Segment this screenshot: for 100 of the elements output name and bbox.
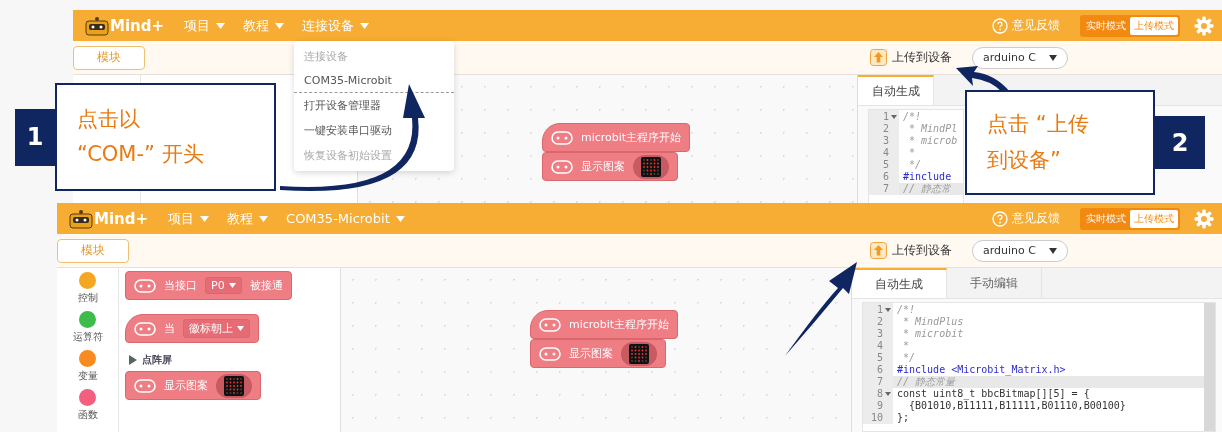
category-dot[interactable]	[79, 350, 96, 367]
robot-logo-icon	[85, 15, 109, 36]
caret-icon	[395, 215, 405, 222]
code-tab[interactable]: 自动生成	[852, 268, 947, 298]
code-line: * MindPlus	[902, 316, 965, 328]
menu-option[interactable]: 打开设备管理器	[294, 92, 455, 118]
code-line: const uint8_t bbcBitmap[][5] = {	[896, 388, 1091, 400]
code-block[interactable]: 显示图案	[530, 339, 666, 368]
block-label: 显示图案	[581, 159, 625, 174]
code-editor[interactable]: 1 2 3 4 5 6 7 8 9 10 /*! * MindPlus * microbit * */ #include <Microbit_Matrix.h> // 静态常量 const uint8_t bbcBitmap[][5] = { {B01010,B11111,B11111,B01110,B00100} };	[862, 302, 1216, 432]
menu-item[interactable]: 教程	[237, 16, 291, 35]
fold-icon[interactable]	[885, 392, 891, 396]
step-badge: 1	[15, 108, 55, 166]
caret-icon	[1049, 54, 1057, 61]
triangle-icon	[129, 355, 137, 365]
blocks-tab[interactable]: 模块	[57, 238, 129, 263]
line-number: 4	[875, 340, 883, 352]
line-number: 3	[881, 135, 889, 147]
board-select[interactable]: arduino C	[972, 46, 1068, 69]
menu-item[interactable]: 项目	[162, 209, 216, 228]
menu-option[interactable]: 一键安装串口驱动	[294, 117, 455, 143]
code-block[interactable]: 当 徽标朝上	[125, 314, 259, 343]
line-number: 4	[881, 147, 889, 159]
line-number: 2	[875, 316, 883, 328]
code-line: * microb	[908, 135, 959, 147]
code-tab[interactable]: 手动编辑	[947, 268, 1042, 298]
caret-icon	[259, 215, 269, 222]
menu-item[interactable]: 教程	[221, 209, 275, 228]
category-dot[interactable]	[79, 272, 96, 289]
scrollbar[interactable]	[1204, 303, 1215, 431]
settings-icon[interactable]	[1194, 208, 1214, 229]
block-dropdown[interactable]: 徽标朝上	[183, 319, 250, 338]
category-dot[interactable]	[79, 311, 96, 328]
code-line: /*!	[896, 304, 917, 316]
category-label[interactable]: 函数	[77, 408, 98, 422]
menu-item[interactable]: COM35-Microbit	[280, 211, 411, 226]
mode-toggle[interactable]: 实时模式	[1082, 16, 1130, 35]
category-label[interactable]: 控制	[77, 291, 98, 305]
line-number: 7	[881, 183, 889, 195]
category-label[interactable]: 运算符	[72, 330, 103, 344]
code-block[interactable]: 显示图案	[542, 152, 678, 181]
block-label: 显示图案	[164, 378, 208, 393]
code-block[interactable]: microbit主程序开始	[530, 310, 679, 339]
led-matrix-icon[interactable]	[224, 375, 244, 396]
robot-logo-icon	[69, 208, 93, 229]
logo-text: Mind+	[110, 16, 165, 35]
line-number: 1	[875, 304, 883, 316]
feedback-button[interactable]: 意见反馈	[986, 16, 1066, 35]
led-matrix-icon[interactable]	[641, 156, 661, 177]
category-dot[interactable]	[79, 389, 96, 406]
block-label: microbit主程序开始	[581, 130, 682, 145]
fold-icon[interactable]	[891, 115, 897, 119]
line-number: 5	[881, 159, 889, 171]
logo-text: Mind+	[94, 209, 149, 228]
code-line: };	[896, 412, 911, 424]
help-icon	[992, 210, 1008, 227]
line-number: 2	[881, 123, 889, 135]
line-number: 5	[875, 352, 883, 364]
upload-button[interactable]: 上传到设备	[864, 241, 958, 260]
microbit-icon	[134, 278, 156, 293]
code-tab[interactable]: 自动生成	[858, 75, 934, 105]
code-line: *	[908, 147, 917, 159]
upload-icon	[870, 49, 887, 66]
board-select[interactable]: arduino C	[972, 239, 1068, 262]
caret-icon	[216, 22, 226, 29]
feedback-button[interactable]: 意见反馈	[986, 209, 1066, 228]
line-number: 3	[875, 328, 883, 340]
help-icon	[992, 17, 1008, 34]
caret-icon	[275, 22, 285, 29]
menu-item[interactable]: 连接设备	[296, 16, 376, 35]
code-line: #include <Microbit_Matrix.h>	[896, 364, 1067, 376]
microbit-icon	[539, 346, 561, 361]
microbit-icon	[551, 130, 573, 145]
menu-item[interactable]: 项目	[178, 16, 232, 35]
mode-toggle[interactable]: 上传模式	[1130, 16, 1178, 35]
block-dropdown[interactable]: P0	[205, 277, 242, 294]
code-block[interactable]: 显示图案	[125, 371, 261, 400]
code-line: */	[908, 159, 923, 171]
line-number: 10	[869, 412, 883, 424]
line-number: 7	[875, 376, 883, 388]
led-matrix-icon[interactable]	[629, 343, 649, 364]
code-block[interactable]: microbit主程序开始	[542, 123, 691, 152]
step-badge: 2	[1155, 116, 1205, 169]
caret-icon	[1049, 247, 1057, 254]
code-line: {B01010,B11111,B11111,B01110,B00100}	[908, 400, 1127, 412]
code-editor[interactable]: 1 2 3 4 5 6 7 /*! * MindPl * microb * */ #include // 静态常	[868, 109, 964, 205]
block-label: 当	[164, 321, 175, 336]
code-block[interactable]: 当接口 P0 被接通	[125, 271, 292, 300]
callout-text: “COM-” 开头	[77, 141, 205, 168]
line-number: 8	[875, 388, 883, 400]
upload-button[interactable]: 上传到设备	[864, 48, 958, 67]
code-line: * microbit	[902, 328, 965, 340]
mode-toggle[interactable]: 实时模式	[1082, 209, 1130, 228]
blocks-tab[interactable]: 模块	[73, 45, 145, 70]
mode-toggle[interactable]: 上传模式	[1130, 209, 1178, 228]
code-line: #include	[902, 171, 953, 183]
fold-icon[interactable]	[885, 308, 891, 312]
settings-icon[interactable]	[1194, 15, 1214, 36]
section-label: 点阵屏	[142, 353, 172, 367]
category-label[interactable]: 变量	[77, 369, 98, 383]
